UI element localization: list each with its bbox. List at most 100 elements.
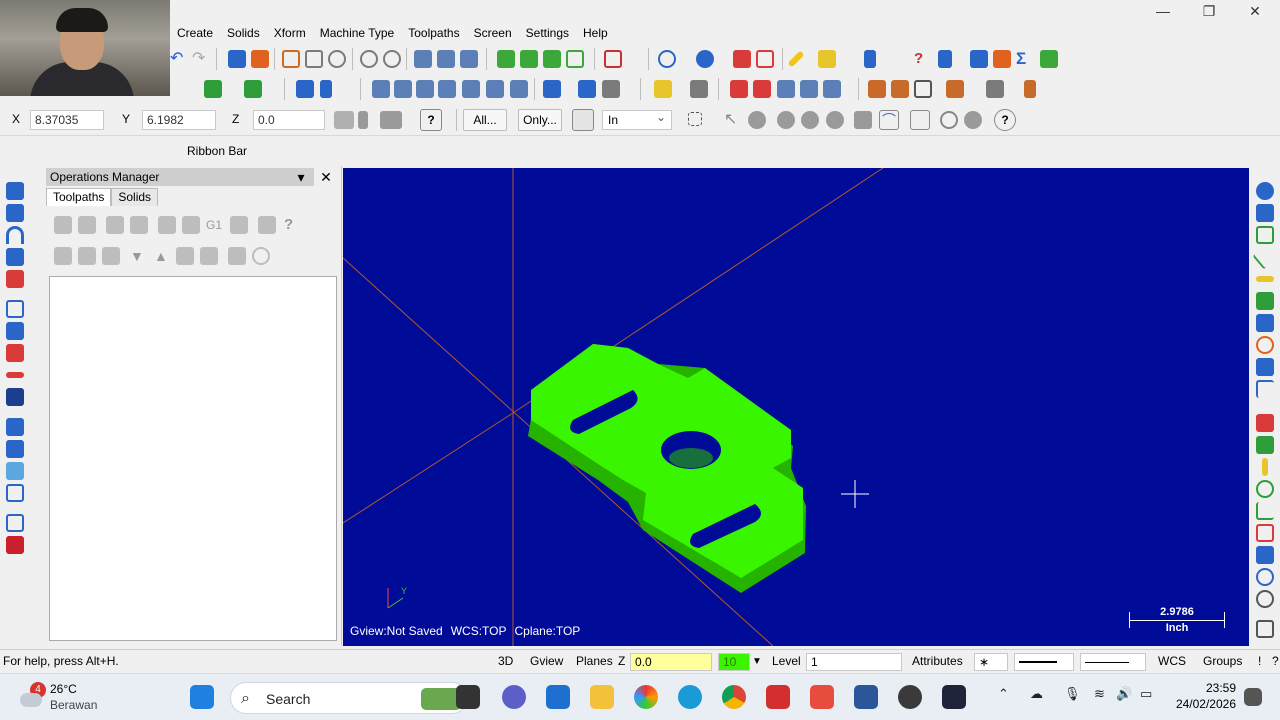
post-icon[interactable] — [914, 80, 932, 98]
fillet-icon[interactable] — [6, 248, 24, 266]
color-dropdown-icon[interactable]: ▼ — [752, 656, 762, 667]
view-top-icon[interactable] — [520, 50, 538, 68]
mastercam-icon[interactable] — [942, 685, 966, 709]
obs-icon[interactable] — [898, 685, 922, 709]
move-icon[interactable] — [690, 80, 708, 98]
toggle-post-icon[interactable] — [102, 247, 120, 265]
solid-view-icon[interactable] — [733, 50, 751, 68]
help-ops-icon[interactable]: ? — [284, 216, 302, 234]
zoom-out-icon[interactable] — [360, 50, 378, 68]
z-depth-input[interactable]: 0.0 — [630, 653, 712, 671]
end-selection-icon[interactable] — [964, 111, 982, 129]
path-icon[interactable] — [1256, 502, 1274, 520]
wifi-icon[interactable]: ≋ — [1094, 686, 1105, 702]
attributes-button[interactable]: Attributes — [912, 654, 963, 668]
notification-icon[interactable] — [1244, 688, 1262, 706]
minimize-button[interactable]: — — [1140, 0, 1186, 22]
clear-colors-icon[interactable] — [437, 50, 455, 68]
close-window-button[interactable]: ✕ — [1232, 0, 1278, 22]
menu-screen[interactable]: Screen — [467, 26, 519, 40]
trim-icon[interactable] — [864, 50, 876, 68]
graphics-viewport[interactable]: Y Gview:Not Saved WCS:TOP Cplane:TOP 2.9… — [343, 168, 1249, 646]
menu-help[interactable]: Help — [576, 26, 615, 40]
menu-create[interactable]: Create — [170, 26, 220, 40]
misc-icon[interactable] — [1256, 620, 1274, 638]
help-toolbar-icon[interactable]: ? — [914, 50, 932, 68]
collapse-icon[interactable] — [252, 247, 270, 265]
start-icon[interactable] — [190, 685, 214, 709]
acrobat-icon[interactable] — [766, 685, 790, 709]
delete-ops-icon[interactable] — [258, 216, 276, 234]
vertex-select-icon[interactable] — [854, 111, 872, 129]
xform-mirror-icon[interactable] — [394, 80, 412, 98]
cancel-icon[interactable] — [1256, 590, 1274, 608]
menu-solids[interactable]: Solids — [220, 26, 267, 40]
regen-icon[interactable] — [460, 50, 478, 68]
pen-icon[interactable] — [1262, 458, 1268, 476]
solid-select-icon[interactable] — [748, 111, 766, 129]
curve-icon[interactable] — [204, 80, 222, 98]
zoom-in-icon[interactable] — [383, 50, 401, 68]
green-cube-icon[interactable] — [1256, 292, 1274, 310]
statistics-icon[interactable] — [938, 50, 952, 68]
export-icon[interactable] — [1040, 50, 1058, 68]
select-icon[interactable] — [228, 50, 246, 68]
chain-icon[interactable]: ⌒ — [879, 110, 899, 130]
z-coordinate-input[interactable]: 0.0 — [253, 110, 325, 130]
xform-icon[interactable] — [6, 440, 24, 458]
dimension-icon[interactable] — [777, 80, 795, 98]
color-swatch[interactable]: 10 — [718, 653, 750, 671]
line-width-select[interactable] — [1080, 653, 1146, 671]
scroll-icon[interactable] — [200, 247, 218, 265]
corner-icon[interactable] — [1256, 380, 1274, 398]
stl-icon[interactable] — [823, 80, 841, 98]
letter-icon[interactable] — [6, 344, 24, 362]
operations-manager-close[interactable]: ✕ — [317, 168, 335, 186]
verify-ops-icon[interactable] — [182, 216, 200, 234]
level-input[interactable]: 1 — [806, 653, 902, 671]
gview-button[interactable]: Gview — [530, 654, 563, 668]
regen-dirty-icon[interactable] — [130, 216, 148, 234]
menu-settings[interactable]: Settings — [519, 26, 576, 40]
clear-selection-icon[interactable] — [940, 111, 958, 129]
window-select-icon[interactable] — [688, 112, 702, 126]
verify-icon[interactable] — [891, 80, 909, 98]
stock-icon[interactable] — [986, 80, 1004, 98]
battery-icon[interactable]: ▭ — [1140, 686, 1152, 702]
menu-xform[interactable]: Xform — [267, 26, 313, 40]
list-icon[interactable] — [753, 80, 771, 98]
tool-icon[interactable] — [1024, 80, 1036, 98]
facing-icon[interactable] — [1256, 414, 1274, 432]
question-button[interactable]: ? — [1272, 654, 1279, 668]
expand-icon[interactable] — [228, 247, 246, 265]
photos-icon[interactable] — [634, 685, 658, 709]
wireframe-sphere-icon[interactable] — [658, 50, 676, 68]
screen-icon[interactable] — [414, 50, 432, 68]
backplot-icon[interactable] — [868, 80, 886, 98]
autocursor-icon[interactable] — [380, 111, 402, 129]
extrude-icon[interactable] — [244, 80, 262, 98]
select-only-button[interactable]: Only... — [518, 109, 562, 131]
view-right-icon[interactable] — [566, 50, 584, 68]
y-coordinate-input[interactable]: 6.1982 — [142, 110, 216, 130]
light-icon[interactable] — [654, 80, 672, 98]
insert-arrow-icon[interactable] — [176, 247, 194, 265]
select-dirty-ops-icon[interactable] — [78, 216, 96, 234]
tab-solids[interactable]: Solids — [111, 188, 159, 206]
move-down-icon[interactable]: ▼ — [130, 247, 148, 265]
task-view-icon[interactable] — [456, 685, 480, 709]
sketch-icon[interactable] — [818, 50, 836, 68]
sum-icon[interactable]: Σ — [1016, 50, 1034, 68]
analyze-left-icon[interactable] — [6, 484, 24, 502]
zoom-fit-icon[interactable] — [282, 50, 300, 68]
edge-icon[interactable] — [678, 685, 702, 709]
post-ops-icon[interactable]: G1 — [206, 216, 224, 234]
polygon-icon[interactable] — [6, 300, 24, 318]
transform-icon[interactable] — [296, 80, 314, 98]
pocket-icon[interactable] — [1256, 358, 1274, 376]
line-style-select[interactable] — [1014, 653, 1074, 671]
microphone-icon[interactable]: 🎙 — [1064, 686, 1081, 702]
toggle-display-icon[interactable] — [78, 247, 96, 265]
solid-box-icon[interactable] — [6, 514, 24, 532]
wcs-button[interactable]: WCS — [1158, 654, 1186, 668]
